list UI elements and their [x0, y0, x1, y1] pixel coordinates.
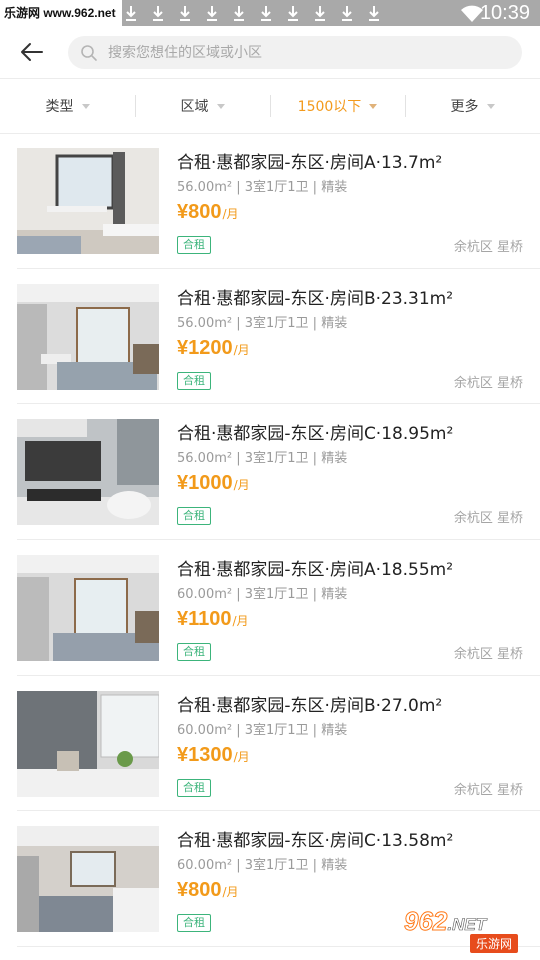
listing-photo — [17, 283, 159, 390]
caret-down-icon — [486, 103, 495, 109]
caret-down-icon — [369, 103, 378, 109]
site-logo: 962.NET 乐游网 — [400, 906, 534, 954]
price-value: ¥800 — [177, 879, 222, 902]
rent-type-tag: 合租 — [177, 371, 211, 390]
site-watermark: 乐游网 www.962.net — [0, 0, 122, 26]
filter-type-label: 类型 — [45, 99, 74, 115]
caret-down-icon — [81, 103, 90, 109]
rent-type-tag: 合租 — [177, 778, 211, 797]
price-value: ¥1100 — [177, 608, 232, 631]
download-arrow-icon — [257, 5, 274, 22]
listing-location: 余杭区 星桥 — [453, 375, 523, 391]
listing-title: 合租·惠都家园-东区·房间B·23.31m² — [177, 288, 454, 309]
price-value: ¥800 — [177, 201, 222, 223]
listing-meta: 56.00m² | 3室1厅1卫 | 精装 — [177, 451, 348, 467]
filter-more-label: 更多 — [450, 99, 479, 115]
rent-type-tag: 合租 — [177, 914, 211, 933]
listing-location: 余杭区 星桥 — [453, 240, 523, 255]
filter-type[interactable]: 类型 — [0, 79, 135, 133]
listing-price: ¥800/月 — [177, 201, 239, 224]
download-arrow-icon — [122, 5, 139, 22]
rent-type-tag: 合租 — [177, 236, 211, 254]
search-input[interactable] — [106, 43, 490, 62]
listing-location: 余杭区 星桥 — [453, 782, 523, 798]
listing-list: 合租·惠都家园-东区·房间A·13.7m² 56.00m² | 3室1厅1卫 |… — [0, 133, 540, 948]
price-unit: /月 — [233, 749, 250, 764]
logo-text: 962.NET — [403, 906, 487, 937]
rent-type-tag: 合租 — [177, 643, 211, 662]
listing-item[interactable]: 合租·惠都家园-东区·房间C·18.95m² 56.00m² | 3室1厅1卫 … — [17, 404, 540, 541]
price-unit: /月 — [222, 885, 239, 900]
status-bar: 乐游网 www.962.net 10:39 — [0, 0, 540, 26]
filter-price[interactable]: 1500以下 — [270, 79, 405, 133]
listing-item[interactable]: 合租·惠都家园-东区·房间A·18.55m² 60.00m² | 3室1厅1卫 … — [17, 540, 540, 676]
listing-title: 合租·惠都家园-东区·房间A·18.55m² — [177, 560, 454, 581]
listing-photo — [17, 419, 159, 526]
filter-price-label: 1500以下 — [297, 99, 362, 115]
listing-price: ¥800/月 — [177, 879, 239, 902]
listing-title: 合租·惠都家园-东区·房间C·13.58m² — [177, 831, 454, 852]
filter-bar: 类型 区域 1500以下 更多 — [0, 78, 540, 134]
caret-down-icon — [216, 103, 225, 109]
listing-meta: 56.00m² | 3室1厅1卫 | 精装 — [177, 315, 348, 331]
logo-suffix: .NET — [447, 915, 487, 935]
price-unit: /月 — [233, 342, 250, 357]
listing-title: 合租·惠都家园-东区·房间A·13.7m² — [177, 153, 443, 173]
price-value: ¥1000 — [177, 472, 233, 495]
listing-photo — [17, 826, 159, 933]
listing-price: ¥1100/月 — [177, 608, 249, 631]
listing-price: ¥1300/月 — [177, 744, 250, 767]
search-icon — [81, 44, 97, 61]
download-arrow-icon — [338, 5, 355, 22]
listing-meta: 60.00m² | 3室1厅1卫 | 精装 — [177, 722, 348, 738]
download-notifications — [122, 0, 382, 26]
listing-item[interactable]: 合租·惠都家园-东区·房间B·27.0m² 60.00m² | 3室1厅1卫 |… — [17, 676, 540, 812]
listing-photo — [17, 555, 159, 662]
listing-price: ¥1200/月 — [177, 337, 250, 360]
listing-photo — [17, 148, 159, 254]
filter-more[interactable]: 更多 — [405, 79, 540, 133]
download-arrow-icon — [230, 5, 247, 22]
price-value: ¥1300 — [177, 743, 233, 766]
listing-meta: 56.00m² | 3室1厅1卫 | 精装 — [177, 180, 348, 195]
filter-area-label: 区域 — [180, 99, 209, 115]
download-arrow-icon — [311, 5, 328, 22]
listing-location: 余杭区 星桥 — [453, 511, 523, 527]
listing-title: 合租·惠都家园-东区·房间B·27.0m² — [177, 695, 443, 716]
listing-meta: 60.00m² | 3室1厅1卫 | 精装 — [177, 587, 348, 603]
logo-subtitle: 乐游网 — [470, 934, 519, 953]
price-unit: /月 — [233, 478, 250, 493]
listing-photo — [17, 690, 159, 797]
back-arrow-icon[interactable] — [18, 38, 46, 66]
listing-item[interactable]: 合租·惠都家园-东区·房间A·13.7m² 56.00m² | 3室1厅1卫 |… — [17, 133, 540, 269]
listing-title: 合租·惠都家园-东区·房间C·18.95m² — [177, 424, 454, 445]
price-unit: /月 — [232, 614, 249, 629]
price-unit: /月 — [222, 207, 239, 221]
listing-location: 余杭区 星桥 — [453, 647, 523, 663]
download-arrow-icon — [284, 5, 301, 22]
listing-meta: 60.00m² | 3室1厅1卫 | 精装 — [177, 858, 348, 874]
download-arrow-icon — [149, 5, 166, 22]
search-box[interactable] — [68, 36, 522, 69]
logo-brand: 962 — [403, 906, 448, 937]
price-value: ¥1200 — [177, 336, 233, 359]
rent-type-tag: 合租 — [177, 507, 211, 526]
listing-item[interactable]: 合租·惠都家园-东区·房间B·23.31m² 56.00m² | 3室1厅1卫 … — [17, 269, 540, 405]
download-arrow-icon — [176, 5, 193, 22]
download-arrow-icon — [203, 5, 220, 22]
download-arrow-icon — [365, 5, 382, 22]
listing-price: ¥1000/月 — [177, 472, 250, 495]
filter-area[interactable]: 区域 — [135, 79, 270, 133]
status-time: 10:39 — [479, 2, 530, 24]
search-header — [0, 26, 540, 78]
